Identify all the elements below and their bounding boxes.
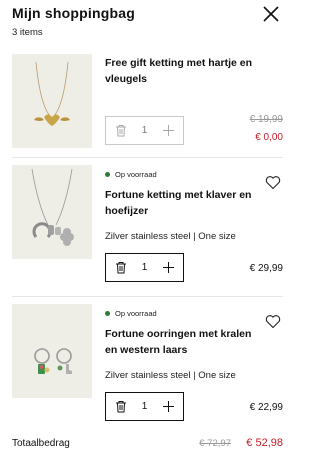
item-count: 3 items — [12, 27, 43, 38]
necklace-heart-image — [34, 61, 70, 126]
total-amount: € 52,98 — [246, 437, 283, 449]
original-price: € 19,99 — [249, 114, 283, 125]
total-original-amount: € 72,97 — [199, 438, 231, 449]
total-label: Totaalbedrag — [12, 438, 70, 449]
quantity-stepper: 1 — [105, 253, 184, 282]
item-price: € 29,99 — [249, 263, 283, 274]
product-image[interactable] — [12, 54, 92, 148]
product-variant: Zilver stainless steel | One size — [105, 231, 236, 242]
quantity-stepper: 1 — [105, 116, 184, 145]
bag-header: Mijn shoppingbag 3 items — [0, 0, 295, 46]
stock-status: Op voorraad — [105, 170, 157, 179]
cart-item-fortune-necklace: Op voorraad Fortune ketting met klaver e… — [0, 157, 295, 295]
earrings-image — [34, 348, 72, 374]
item-price: € 22,99 — [249, 402, 283, 413]
quantity-value: 1 — [141, 125, 148, 136]
plus-icon[interactable] — [161, 400, 175, 414]
sale-price: € 0,00 — [255, 132, 283, 143]
trash-icon[interactable] — [114, 261, 128, 275]
necklace-clover-image — [31, 168, 74, 246]
heart-icon[interactable] — [265, 175, 281, 190]
stock-status-label: Op voorraad — [115, 309, 157, 318]
quantity-stepper: 1 — [105, 392, 184, 421]
trash-icon[interactable] — [114, 400, 128, 414]
plus-icon[interactable] — [161, 261, 175, 275]
page-title: Mijn shoppingbag — [12, 5, 135, 21]
product-name[interactable]: Fortune oorringen met kralen en western … — [105, 326, 260, 358]
order-total: Totaalbedrag € 72,97 € 52,98 — [12, 436, 283, 452]
product-name[interactable]: Fortune ketting met klaver en hoefijzer — [105, 187, 260, 219]
heart-icon[interactable] — [265, 314, 281, 329]
plus-icon — [161, 124, 175, 138]
in-stock-dot-icon — [105, 172, 110, 177]
close-icon[interactable] — [261, 4, 281, 24]
stock-status: Op voorraad — [105, 309, 157, 318]
quantity-value: 1 — [141, 262, 148, 273]
product-name[interactable]: Free gift ketting met hartje en vleugels — [105, 55, 260, 87]
product-image[interactable] — [12, 165, 92, 259]
stock-status-label: Op voorraad — [115, 170, 157, 179]
product-image[interactable] — [12, 304, 92, 398]
cart-item-fortune-earrings: Op voorraad Fortune oorringen met kralen… — [0, 296, 295, 434]
in-stock-dot-icon — [105, 311, 110, 316]
quantity-value: 1 — [141, 401, 148, 412]
product-variant: Zilver stainless steel | One size — [105, 370, 236, 381]
trash-icon — [114, 124, 128, 138]
